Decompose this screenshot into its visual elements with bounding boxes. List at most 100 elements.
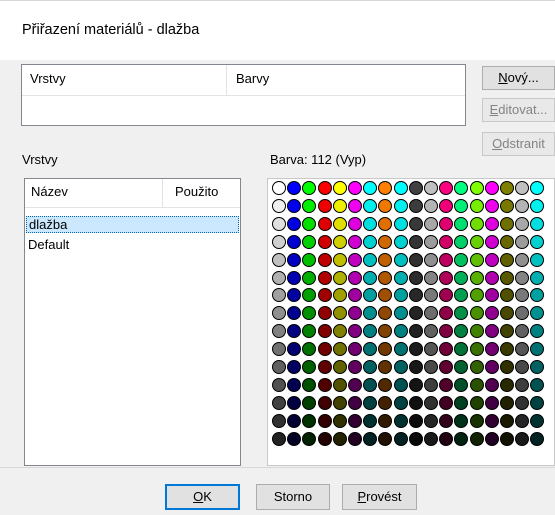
color-swatch[interactable] <box>332 252 347 267</box>
color-swatch[interactable] <box>469 198 484 213</box>
color-swatch[interactable] <box>530 270 545 285</box>
color-swatch[interactable] <box>272 216 286 231</box>
color-swatch[interactable] <box>500 377 514 392</box>
color-swatch[interactable] <box>454 377 469 392</box>
color-swatch[interactable] <box>408 413 423 428</box>
color-swatch[interactable] <box>408 288 423 303</box>
color-swatch[interactable] <box>378 234 393 249</box>
color-swatch[interactable] <box>424 198 438 213</box>
color-swatch[interactable] <box>363 324 378 339</box>
color-swatch[interactable] <box>363 252 378 267</box>
color-swatch[interactable] <box>530 216 545 231</box>
color-swatch[interactable] <box>530 360 545 374</box>
color-swatch[interactable] <box>424 288 438 303</box>
color-swatch[interactable] <box>332 288 347 303</box>
color-swatch[interactable] <box>393 181 408 195</box>
color-swatch[interactable] <box>469 431 484 446</box>
color-swatch[interactable] <box>287 431 302 446</box>
color-swatch[interactable] <box>272 270 286 285</box>
material-assignment-list[interactable]: Vrstvy Barvy <box>21 64 466 126</box>
color-swatch[interactable] <box>515 395 530 410</box>
color-swatch[interactable] <box>348 252 362 267</box>
color-swatch[interactable] <box>287 234 302 249</box>
color-swatch[interactable] <box>332 377 347 392</box>
color-swatch[interactable] <box>469 342 484 357</box>
color-swatch[interactable] <box>287 377 302 392</box>
color-swatch[interactable] <box>424 324 438 339</box>
color-swatch[interactable] <box>287 395 302 410</box>
color-swatch[interactable] <box>363 395 378 410</box>
color-swatch[interactable] <box>317 342 332 357</box>
color-swatch[interactable] <box>408 342 423 357</box>
color-swatch[interactable] <box>363 342 378 357</box>
color-swatch[interactable] <box>363 413 378 428</box>
color-swatch[interactable] <box>500 216 514 231</box>
color-swatch[interactable] <box>378 306 393 321</box>
color-swatch[interactable] <box>363 198 378 213</box>
color-swatch[interactable] <box>424 234 438 249</box>
color-swatch[interactable] <box>515 377 530 392</box>
color-swatch[interactable] <box>363 306 378 321</box>
column-separator[interactable] <box>226 65 227 95</box>
color-swatch[interactable] <box>317 324 332 339</box>
color-swatch[interactable] <box>317 252 332 267</box>
color-swatch[interactable] <box>348 360 362 374</box>
color-swatch[interactable] <box>469 413 484 428</box>
color-swatch[interactable] <box>393 324 408 339</box>
color-swatch[interactable] <box>500 252 514 267</box>
color-swatch[interactable] <box>272 234 286 249</box>
color-swatch[interactable] <box>272 288 286 303</box>
color-swatch[interactable] <box>424 395 438 410</box>
color-swatch[interactable] <box>500 395 514 410</box>
color-swatch[interactable] <box>530 234 545 249</box>
color-swatch[interactable] <box>484 377 499 392</box>
color-swatch[interactable] <box>378 216 393 231</box>
color-swatch[interactable] <box>302 360 317 374</box>
color-swatch[interactable] <box>287 306 302 321</box>
color-swatch[interactable] <box>408 360 423 374</box>
color-swatch[interactable] <box>408 377 423 392</box>
color-swatch[interactable] <box>408 395 423 410</box>
color-swatch[interactable] <box>378 360 393 374</box>
color-swatch[interactable] <box>363 234 378 249</box>
color-swatch[interactable] <box>317 181 332 195</box>
color-swatch[interactable] <box>439 270 454 285</box>
edit-button[interactable]: Editovat... <box>482 98 555 122</box>
column-header-layers[interactable]: Vrstvy <box>30 71 66 86</box>
color-swatch[interactable] <box>302 288 317 303</box>
color-swatch[interactable] <box>439 342 454 357</box>
color-swatch[interactable] <box>439 234 454 249</box>
color-swatch[interactable] <box>393 198 408 213</box>
color-swatch[interactable] <box>500 234 514 249</box>
column-header-colors[interactable]: Barvy <box>236 71 269 86</box>
color-swatch[interactable] <box>317 431 332 446</box>
color-swatch[interactable] <box>454 413 469 428</box>
color-swatch[interactable] <box>348 198 362 213</box>
color-swatch[interactable] <box>348 395 362 410</box>
color-swatch[interactable] <box>363 216 378 231</box>
color-swatch[interactable] <box>393 360 408 374</box>
color-swatch[interactable] <box>439 181 454 195</box>
color-swatch[interactable] <box>408 306 423 321</box>
color-swatch[interactable] <box>424 252 438 267</box>
color-swatch[interactable] <box>408 198 423 213</box>
color-swatch[interactable] <box>378 395 393 410</box>
color-swatch[interactable] <box>378 252 393 267</box>
color-swatch[interactable] <box>530 306 545 321</box>
color-swatch[interactable] <box>393 431 408 446</box>
color-swatch[interactable] <box>469 360 484 374</box>
color-swatch[interactable] <box>424 431 438 446</box>
color-swatch[interactable] <box>302 198 317 213</box>
color-swatch[interactable] <box>439 413 454 428</box>
color-swatch[interactable] <box>272 181 286 195</box>
color-swatch[interactable] <box>287 342 302 357</box>
color-swatch[interactable] <box>530 198 545 213</box>
color-swatch[interactable] <box>500 288 514 303</box>
color-swatch[interactable] <box>454 324 469 339</box>
color-swatch[interactable] <box>500 431 514 446</box>
color-swatch[interactable] <box>332 306 347 321</box>
color-swatch[interactable] <box>454 234 469 249</box>
color-swatch[interactable] <box>348 270 362 285</box>
color-swatch[interactable] <box>272 306 286 321</box>
color-swatch[interactable] <box>530 395 545 410</box>
